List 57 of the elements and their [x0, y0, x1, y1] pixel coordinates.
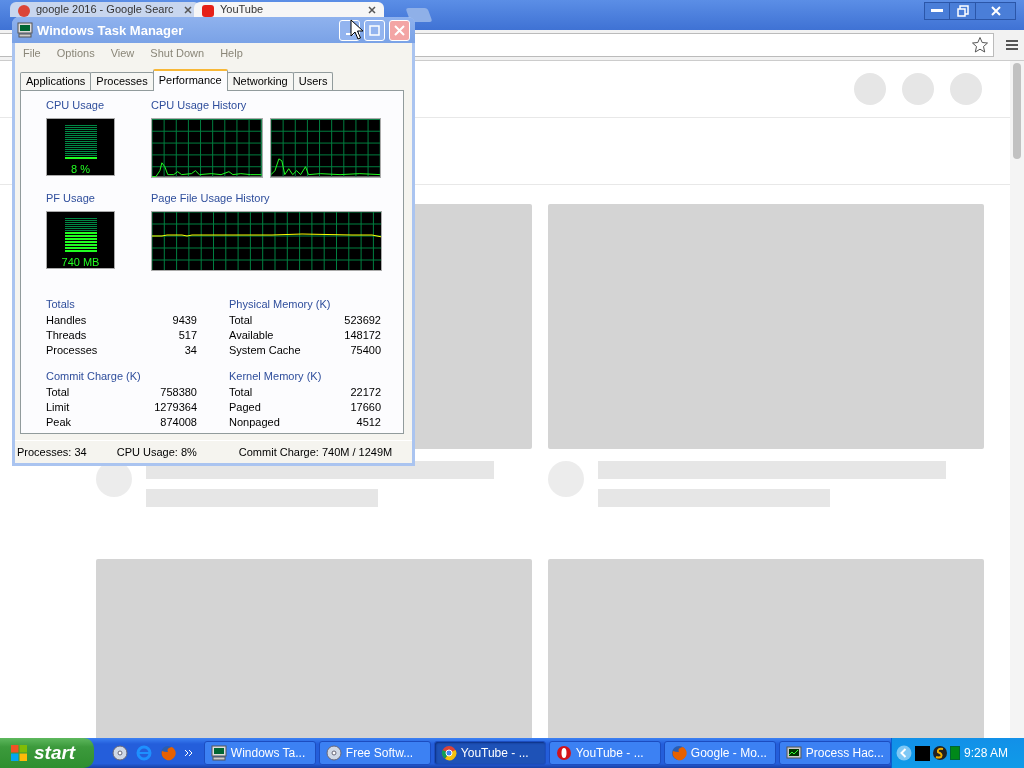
stat-label: Peak — [46, 415, 72, 430]
cpu-usage-meter: 8 % — [46, 118, 115, 176]
stat-label: Threads — [46, 328, 87, 343]
start-button[interactable]: start — [0, 738, 94, 768]
menu-item[interactable]: Shut Down — [150, 47, 205, 59]
stat-value: 22172 — [350, 385, 381, 400]
menu-item[interactable]: File — [23, 47, 41, 59]
stat-label: Total — [229, 385, 253, 400]
stat-value: 75400 — [350, 343, 381, 358]
pf-usage-meter: 740 MB — [46, 211, 115, 269]
stat-label: System Cache — [229, 343, 301, 358]
section-label: PF Usage — [46, 192, 96, 204]
stat-value: 9439 — [172, 313, 197, 328]
section-label: CPU Usage History — [151, 99, 248, 111]
taskbar-button[interactable]: YouTube - ... — [548, 741, 661, 765]
group-heading: Kernel Memory (K) — [229, 369, 323, 384]
section-label: Page File Usage History — [151, 192, 271, 204]
menu-item[interactable]: Help — [220, 47, 243, 59]
stat-value: 517 — [178, 328, 197, 343]
stat-value: 758380 — [160, 385, 197, 400]
tab[interactable]: Users — [292, 72, 334, 90]
menu-item[interactable]: Options — [56, 47, 95, 59]
status-text: Commit Charge: 740M / 1249M — [238, 446, 393, 458]
stat-value: 17660 — [350, 400, 381, 415]
tab[interactable]: Networking — [226, 72, 294, 90]
browser-tab[interactable]: YouTube — [194, 2, 384, 17]
section-label: CPU Usage — [46, 99, 106, 111]
status-text: Processes: 34 — [17, 446, 87, 458]
tab[interactable]: Processes — [90, 72, 154, 90]
stat-value: 1279364 — [154, 400, 197, 415]
taskbar-button[interactable]: YouTube - ... — [433, 741, 546, 765]
stat-label: Handles — [46, 313, 87, 328]
taskbar-button[interactable]: Google - Mo... — [663, 741, 776, 765]
taskbar-button[interactable]: Process Hac... — [778, 741, 891, 765]
stat-value: 523692 — [344, 313, 381, 328]
stat-label: Available — [229, 328, 274, 343]
stat-value: 148172 — [344, 328, 381, 343]
window-title: Windows Task Manager — [37, 22, 185, 38]
stat-label: Paged — [229, 400, 261, 415]
group-heading: Physical Memory (K) — [229, 297, 332, 312]
menu-item[interactable]: View — [110, 47, 135, 59]
stat-value: 34 — [184, 343, 197, 358]
taskbar-button[interactable]: Windows Ta... — [203, 741, 316, 765]
group-heading: Commit Charge (K) — [46, 369, 142, 384]
stat-value: 4512 — [356, 415, 381, 430]
taskbar-button[interactable]: Free Softw... — [318, 741, 431, 765]
tab[interactable]: Performance — [152, 69, 228, 91]
stat-value: 874008 — [160, 415, 197, 430]
stat-label: Total — [46, 385, 70, 400]
stat-label: Total — [229, 313, 253, 328]
group-heading: Totals — [46, 297, 76, 312]
stat-label: Limit — [46, 400, 70, 415]
tab[interactable]: Applications — [20, 72, 92, 90]
stat-label: Nonpaged — [229, 415, 280, 430]
clock[interactable]: 9:28 AM — [963, 746, 1008, 760]
status-text: CPU Usage: 8% — [116, 446, 197, 458]
stat-label: Processes — [46, 343, 98, 358]
